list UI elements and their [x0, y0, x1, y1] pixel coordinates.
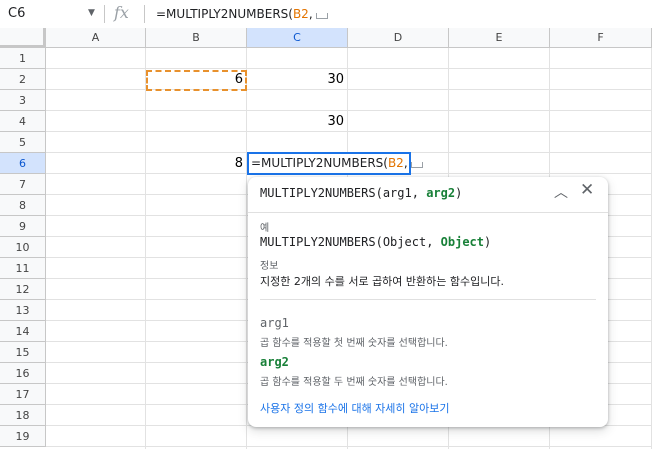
column-header-b[interactable]: B	[146, 28, 247, 48]
signature-close: )	[455, 186, 463, 200]
grid-line	[46, 131, 652, 132]
cell-b6[interactable]: 8	[146, 156, 243, 171]
column-header-d[interactable]: D	[348, 28, 449, 48]
grid-line	[46, 89, 652, 90]
name-box[interactable]: C6 ▼	[0, 0, 102, 28]
learn-more-link[interactable]: 사용자 정의 함수에 대해 자세히 알아보기	[260, 400, 450, 416]
function-signature: MULTIPLY2NUMBERS(arg1, arg2)	[260, 186, 462, 200]
row-header-14[interactable]: 14	[0, 321, 46, 342]
example-close: )	[484, 235, 492, 249]
formula-bar-divider	[144, 5, 145, 23]
row-header-16[interactable]: 16	[0, 363, 46, 384]
grid-line	[246, 48, 247, 449]
column-header-a[interactable]: A	[46, 28, 146, 48]
formula-bar: C6 ▼ fx =MULTIPLY2NUMBERS(B2,	[0, 0, 652, 29]
formula-text-suffix: ,	[308, 7, 313, 21]
row-header-8[interactable]: 8	[0, 195, 46, 216]
fx-icon: fx	[114, 3, 129, 22]
editor-text-suffix: ,	[403, 156, 408, 170]
row-header-6[interactable]: 6	[0, 153, 46, 174]
signature-arg1: arg1	[382, 186, 412, 200]
function-help-popup: MULTIPLY2NUMBERS(arg1, arg2) ︿ ✕ 예 MULTI…	[248, 177, 608, 427]
row-header-3[interactable]: 3	[0, 90, 46, 111]
close-icon[interactable]: ✕	[580, 180, 594, 200]
arg1-description: 곱 함수를 적용할 첫 번째 숫자를 선택합니다.	[260, 338, 448, 349]
grid-line	[46, 110, 652, 111]
divider	[260, 299, 596, 300]
row-header-13[interactable]: 13	[0, 300, 46, 321]
grid-line	[145, 48, 146, 449]
cell-editor[interactable]: =MULTIPLY2NUMBERS(B2,	[247, 152, 423, 175]
column-header-c[interactable]: C	[247, 28, 348, 48]
select-all-corner[interactable]	[0, 28, 46, 48]
info-text: 지정한 2개의 수를 서로 곱하여 반환하는 함수입니다.	[260, 275, 504, 288]
row-header-4[interactable]: 4	[0, 111, 46, 132]
cell-c2[interactable]: 30	[247, 72, 344, 87]
signature-arg2-active: arg2	[426, 186, 456, 200]
formula-text: =MULTIPLY2NUMBERS(	[156, 7, 293, 21]
editor-text: =MULTIPLY2NUMBERS(	[251, 156, 388, 170]
cell-c4[interactable]: 30	[247, 114, 344, 129]
name-box-value: C6	[8, 6, 26, 21]
divider	[248, 212, 608, 213]
example-arg2-active: Object	[440, 235, 484, 249]
space-marker-icon	[315, 13, 328, 19]
row-header-11[interactable]: 11	[0, 258, 46, 279]
row-header-7[interactable]: 7	[0, 174, 46, 195]
row-header-5[interactable]: 5	[0, 132, 46, 153]
row-header-15[interactable]: 15	[0, 342, 46, 363]
formula-bar-divider	[104, 5, 105, 23]
editor-range-ref: B2	[387, 156, 404, 170]
row-header-17[interactable]: 17	[0, 384, 46, 405]
example-formula: MULTIPLY2NUMBERS(Object, Object)	[260, 235, 491, 249]
info-label: 정보	[260, 261, 279, 272]
copy-marquee	[146, 70, 247, 91]
row-header-1[interactable]: 1	[0, 48, 46, 69]
example-label: 예	[260, 223, 270, 234]
arg2-description: 곱 함수를 적용할 두 번째 숫자를 선택합니다.	[260, 377, 448, 388]
grid-line	[46, 68, 652, 69]
signature-name: MULTIPLY2NUMBERS(	[260, 186, 383, 200]
chevron-down-icon[interactable]: ▼	[88, 8, 95, 18]
arg1-name: arg1	[260, 316, 289, 330]
column-header-e[interactable]: E	[449, 28, 550, 48]
example-arg1: Object	[382, 235, 427, 249]
space-marker-icon	[410, 162, 423, 168]
signature-separator: ,	[411, 186, 427, 200]
row-header-2[interactable]: 2	[0, 69, 46, 90]
row-header-10[interactable]: 10	[0, 237, 46, 258]
arg2-name: arg2	[260, 355, 289, 369]
collapse-icon[interactable]: ︿	[554, 182, 568, 202]
formula-range-ref: B2	[292, 7, 309, 21]
grid-line	[46, 446, 652, 447]
row-header-18[interactable]: 18	[0, 405, 46, 426]
example-name: MULTIPLY2NUMBERS(	[260, 235, 383, 249]
column-header-f[interactable]: F	[550, 28, 652, 48]
row-header-19[interactable]: 19	[0, 426, 46, 447]
row-header-12[interactable]: 12	[0, 279, 46, 300]
example-separator: ,	[426, 235, 441, 249]
row-header-9[interactable]: 9	[0, 216, 46, 237]
formula-input[interactable]: =MULTIPLY2NUMBERS(B2,	[156, 7, 328, 21]
